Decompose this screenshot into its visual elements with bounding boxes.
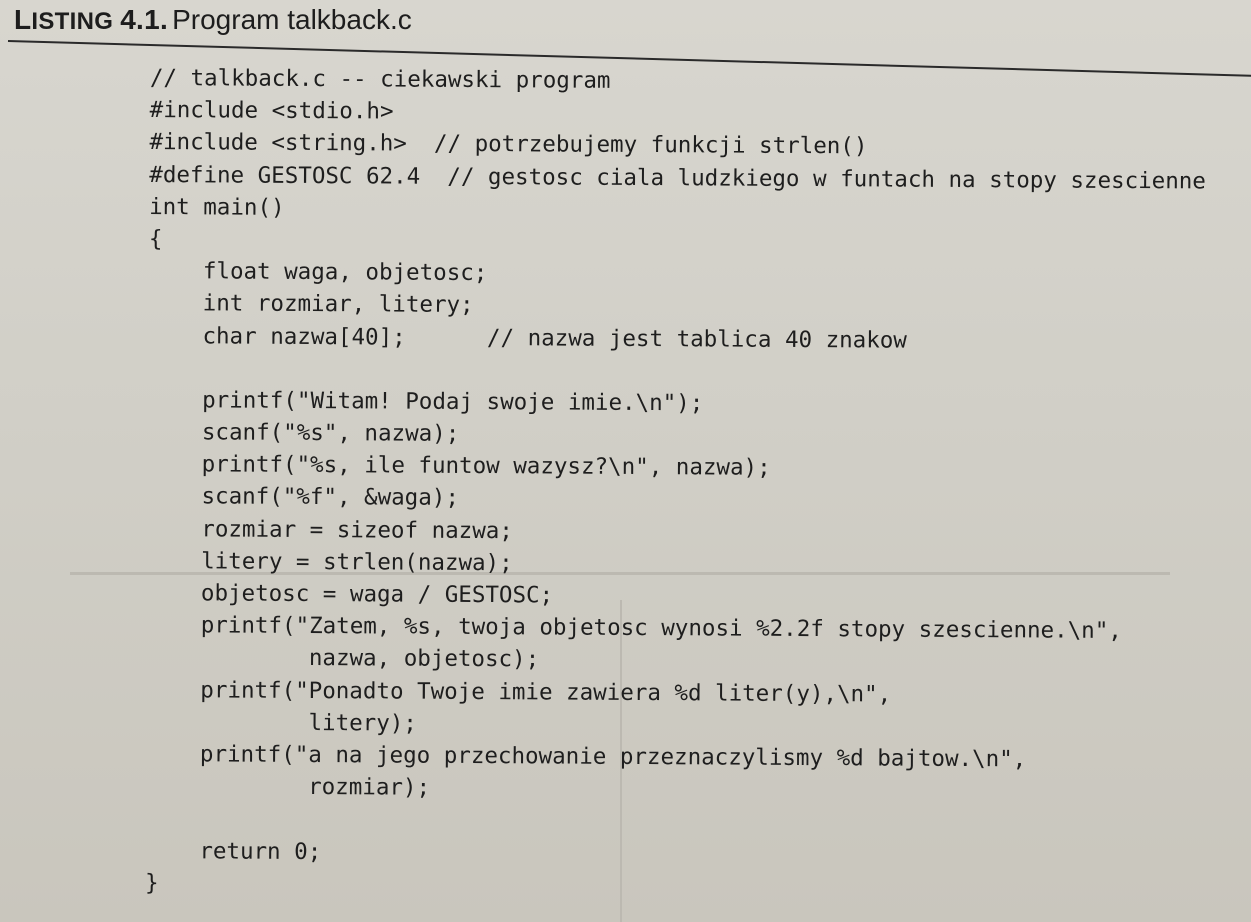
code-listing: // talkback.c -- ciekawski program #inclu…	[145, 62, 1207, 905]
code-line: }	[144, 869, 159, 896]
listing-caption: LISTING 4.1. Program talkback.c	[14, 4, 412, 36]
listing-label: LISTING 4.1.	[14, 4, 168, 35]
listing-label-rest: ISTING	[31, 8, 114, 35]
book-page: LISTING 4.1. Program talkback.c // talkba…	[0, 0, 1251, 922]
code-line: return 0;	[145, 837, 322, 865]
listing-number: 4.1.	[120, 4, 169, 35]
listing-label-cap: L	[14, 4, 32, 35]
listing-title: Program talkback.c	[172, 4, 412, 35]
code-line: #define GESTOSC 62.4 // gestosc ciala lu…	[149, 161, 1206, 195]
code-line: rozmiar);	[145, 773, 431, 801]
code-line: char nazwa[40]; // nazwa jest tablica 40…	[148, 322, 907, 354]
